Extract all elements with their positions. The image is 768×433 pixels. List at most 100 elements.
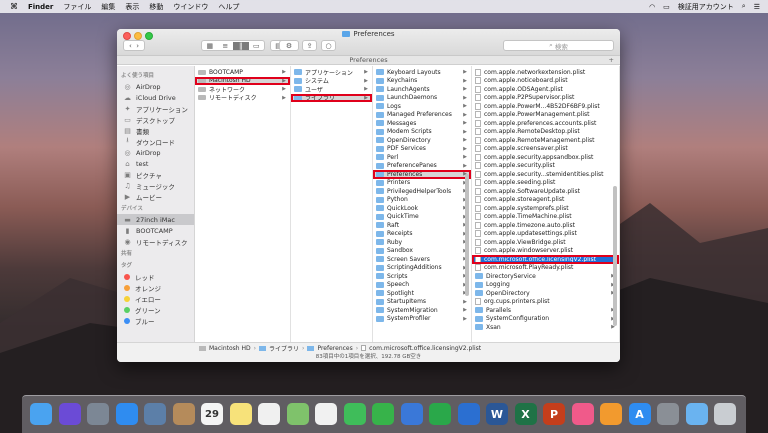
tag-button[interactable]: ○ <box>321 40 336 51</box>
sidebar-item-favorites[interactable]: ▤ 書類 <box>117 125 194 136</box>
vertical-scrollbar[interactable] <box>613 186 617 326</box>
sidebar-tag[interactable]: グリーン <box>117 304 194 315</box>
list-item[interactable]: アプリケーション ▶ <box>291 68 372 77</box>
list-item[interactable]: OpenDirectory▶ <box>373 136 471 145</box>
keynote-icon[interactable] <box>400 403 423 425</box>
maps-icon[interactable] <box>286 403 309 425</box>
list-item[interactable]: com.microsoft.office.licensingV2.plist <box>472 255 619 264</box>
keynote-2-icon[interactable] <box>457 403 480 425</box>
menubar-user[interactable]: 検証用アカウント <box>678 2 734 12</box>
ibooks-icon[interactable] <box>600 403 622 425</box>
list-item[interactable]: com.apple.TimeMachine.plist <box>472 213 619 222</box>
system-preferences-icon[interactable] <box>657 403 679 425</box>
trash-icon[interactable] <box>714 403 736 425</box>
sidebar-tag[interactable]: ブルー <box>117 315 194 326</box>
calendar-icon[interactable]: 29 <box>201 403 223 425</box>
list-item[interactable]: Xsan ▶ <box>472 323 619 332</box>
facetime-icon[interactable] <box>372 403 394 425</box>
menu-go[interactable]: 移動 <box>149 2 163 12</box>
contacts-icon[interactable] <box>172 403 195 425</box>
sidebar-item-devices[interactable]: ▮ BOOTCAMP <box>117 225 194 236</box>
list-item[interactable]: PDF Services ▶ <box>373 145 471 154</box>
list-item[interactable]: com.apple.seeding.plist <box>472 179 619 188</box>
list-item[interactable]: com.apple.windowserver.plist <box>472 247 619 256</box>
column-macintosh-hd[interactable]: アプリケーション ▶ システム ▶ ユーザ ▶ ライブラリ ▶ <box>291 66 373 342</box>
list-item[interactable]: com.apple.updatesettings.plist <box>472 230 619 239</box>
path-tab[interactable]: Preferences + <box>117 56 620 65</box>
finder-icon[interactable] <box>30 403 52 425</box>
reminders-icon[interactable] <box>258 403 280 425</box>
sidebar-item-devices[interactable]: ▬ 27inch iMac <box>117 214 194 225</box>
sidebar-item-favorites[interactable]: ▭ デスクトップ <box>117 114 194 125</box>
sidebar-tag[interactable]: オレンジ <box>117 282 194 293</box>
sidebar-item-favorites[interactable]: ▶ ムービー <box>117 191 194 202</box>
path-segment[interactable]: ライブラリ <box>269 344 299 353</box>
downloads-folder-icon[interactable] <box>685 403 708 425</box>
list-item[interactable]: リモートディスク ▶ <box>195 94 290 102</box>
list-item[interactable]: QuickLook▶ <box>373 204 471 213</box>
list-item[interactable]: Raft▶ <box>373 221 471 230</box>
list-item[interactable]: com.apple.ViewBridge.plist <box>472 238 619 247</box>
sidebar-item-favorites[interactable]: ◎ AirDrop <box>117 81 194 92</box>
column-devices[interactable]: BOOTCAMP ▶ Macintosh HD ▶ ネットワーク ▶ リモートディスク ▶ <box>195 66 291 342</box>
list-item[interactable]: ライブラリ ▶ <box>291 93 372 102</box>
list-item[interactable]: ネットワーク ▶ <box>195 85 290 94</box>
list-item[interactable]: Preferences▶ <box>373 170 471 179</box>
list-item[interactable]: com.apple.SoftwareUpdate.plist <box>472 187 619 196</box>
list-view-icon[interactable]: ≡ <box>218 42 234 50</box>
sidebar-item-favorites[interactable]: ⌂ test <box>117 158 194 169</box>
list-item[interactable]: Modem Scripts ▶ <box>373 128 471 137</box>
list-item[interactable]: Keyboard Layouts ▶ <box>373 68 471 77</box>
menu-view[interactable]: 表示 <box>125 2 139 12</box>
menu-help[interactable]: ヘルプ <box>218 2 239 12</box>
launchpad-icon[interactable] <box>87 403 109 425</box>
list-item[interactable]: OpenDirectory▶ <box>472 289 619 298</box>
list-item[interactable]: Speech▶ <box>373 281 471 290</box>
list-item[interactable]: BOOTCAMP ▶ <box>195 68 290 77</box>
tag-icon[interactable]: ○ <box>325 42 331 50</box>
list-item[interactable]: SystemProfiler ▶ <box>373 315 471 324</box>
list-item[interactable]: PreferencePanes ▶ <box>373 162 471 171</box>
menu-app-finder[interactable]: Finder <box>28 3 53 11</box>
list-item[interactable]: StartupItems ▶ <box>373 298 471 307</box>
battery-icon[interactable]: ▭ <box>663 3 670 11</box>
list-item[interactable]: Parallels▶ <box>472 306 619 315</box>
list-item[interactable]: Macintosh HD ▶ <box>195 76 290 85</box>
list-item[interactable]: Python▶ <box>373 196 471 205</box>
notification-center-icon[interactable]: ☰ <box>754 3 760 11</box>
powerpoint-icon[interactable]: P <box>543 403 565 425</box>
sidebar-tag[interactable]: イエロー <box>117 293 194 304</box>
path-segment[interactable]: Macintosh HD <box>209 345 251 352</box>
sidebar-item-favorites[interactable]: ⭳ ダウンロード <box>117 136 194 147</box>
sidebar-item-favorites[interactable]: ✦ アプリケーション <box>117 103 194 114</box>
list-item[interactable]: Logs ▶ <box>373 102 471 111</box>
new-tab-icon[interactable]: + <box>609 56 614 65</box>
list-item[interactable]: com.apple.preferences.accounts.plist <box>472 119 619 128</box>
list-item[interactable]: com.apple.security.appsandbox.plist <box>472 153 619 162</box>
view-mode-buttons[interactable]: ▦ ≡ ‖ ▭ <box>201 40 265 51</box>
vertical-scrollbar[interactable] <box>465 174 469 296</box>
wifi-icon[interactable]: ◠ <box>649 3 655 11</box>
forward-icon[interactable]: › <box>136 42 139 50</box>
sidebar-item-favorites[interactable]: ◎ AirDrop <box>117 147 194 158</box>
apple-icon[interactable]: ⌘ <box>8 2 20 11</box>
list-item[interactable]: com.apple.RemoteManagement.plist <box>472 136 619 145</box>
list-item[interactable]: システム ▶ <box>291 77 372 85</box>
numbers-icon[interactable] <box>429 403 451 425</box>
photos-icon[interactable] <box>315 403 337 425</box>
list-item[interactable]: com.microsoft.PlayReady.plist <box>472 264 619 273</box>
word-icon[interactable]: W <box>486 403 508 425</box>
path-segment[interactable]: com.microsoft.office.licensingV2.plist <box>369 345 481 352</box>
share-icon[interactable]: ⇪ <box>307 42 313 50</box>
action-button[interactable]: ⚙ <box>279 40 299 51</box>
appstore-icon[interactable]: A <box>628 403 651 425</box>
list-item[interactable]: ScriptingAdditions▶ <box>373 264 471 273</box>
list-item[interactable]: com.apple.systemprefs.plist <box>472 204 619 213</box>
list-item[interactable]: Messages ▶ <box>373 119 471 128</box>
list-item[interactable]: com.apple.PowerManagement.plist <box>472 111 619 120</box>
list-item[interactable]: Scripts▶ <box>373 272 471 281</box>
list-item[interactable]: SystemConfiguration▶ <box>472 315 619 324</box>
list-item[interactable]: org.cups.printers.plist <box>472 298 619 307</box>
list-item[interactable]: Receipts▶ <box>373 230 471 239</box>
sidebar-item-devices[interactable]: ◉ リモートディスク <box>117 236 194 247</box>
